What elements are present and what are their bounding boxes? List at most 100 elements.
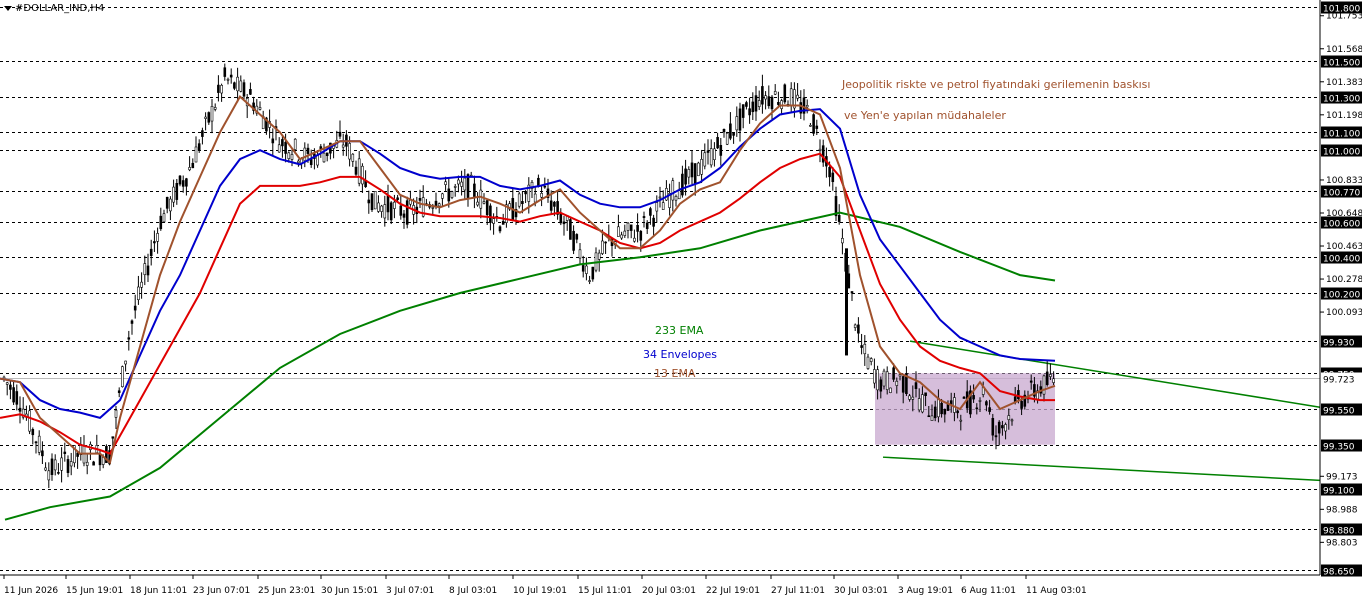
- candle-body: [409, 199, 412, 205]
- candle-body: [383, 204, 387, 219]
- candle-body: [389, 202, 393, 221]
- candle-body: [290, 154, 294, 160]
- candle-body: [121, 366, 124, 388]
- candle-body: [12, 387, 15, 403]
- candle-body: [997, 421, 1001, 434]
- candle-body: [111, 436, 115, 439]
- candle-body: [178, 175, 182, 185]
- candle-body: [882, 370, 886, 387]
- x-tick-label: 6 Aug 11:01: [961, 586, 1016, 596]
- candle-body: [693, 163, 697, 185]
- candle-body: [239, 80, 243, 92]
- annotation-text: ve Yen'e yapılan müdahaleler: [844, 109, 1006, 122]
- candle-body: [850, 291, 854, 294]
- level-price-label: 100.600: [1323, 220, 1360, 230]
- candle-body: [722, 128, 726, 133]
- candle-body: [50, 458, 54, 475]
- candle-body: [655, 202, 659, 212]
- candle-body: [933, 406, 937, 419]
- candle-body: [940, 402, 943, 415]
- candle-body: [85, 461, 89, 466]
- candle-body: [841, 238, 844, 244]
- candle-body: [681, 173, 684, 196]
- candle-body: [975, 407, 979, 410]
- price-chart[interactable]: 233 EMA 34 Envelopes 13 EMA Jeopolitik risk…: [0, 0, 1362, 603]
- y-tick-label: 101.753: [1326, 12, 1362, 22]
- ema-233-line[interactable]: [4, 211, 1056, 521]
- candle-body: [143, 263, 147, 275]
- candle-body: [69, 461, 73, 467]
- candle-body: [197, 143, 201, 151]
- candle-body: [137, 286, 140, 301]
- candle-body: [956, 410, 959, 414]
- candle-body: [15, 391, 19, 405]
- candle-body: [572, 230, 575, 251]
- x-tick-label: 10 Jul 19:01: [513, 586, 567, 596]
- candle-body: [242, 82, 246, 97]
- lower-trendline[interactable]: [882, 456, 1321, 482]
- candle-body: [357, 158, 361, 184]
- candle-body: [921, 394, 924, 413]
- candle-body: [713, 148, 716, 161]
- candle-body: [716, 137, 719, 149]
- level-price-label: 101.100: [1323, 130, 1360, 140]
- candle-body: [706, 150, 710, 153]
- candle-body: [297, 160, 300, 163]
- x-tick-label: 15 Jun 19:01: [66, 586, 123, 596]
- candle-body: [223, 67, 227, 77]
- candle-body: [914, 382, 918, 389]
- candle-body: [764, 95, 767, 100]
- candle-body: [658, 196, 662, 199]
- candle-body: [41, 450, 44, 457]
- candle-body: [5, 382, 9, 385]
- candle-body: [37, 435, 41, 453]
- candle-body: [751, 101, 755, 113]
- indicator-label: 233 EMA: [655, 324, 704, 337]
- x-tick-label: 18 Jun 11:01: [130, 586, 187, 596]
- candle-body: [124, 360, 127, 365]
- level-price-label: 99.350: [1323, 443, 1355, 453]
- candle-body: [188, 167, 191, 171]
- envelope-34-line[interactable]: [0, 108, 1056, 420]
- candle-body: [53, 459, 57, 471]
- candle-body: [652, 217, 655, 227]
- y-tick-label: 100.648: [1326, 209, 1362, 219]
- x-tick-label: 11 Jun 2026: [4, 586, 58, 596]
- x-tick-label: 30 Jun 15:01: [321, 586, 378, 596]
- candle-body: [626, 222, 630, 231]
- candle-body: [402, 213, 406, 218]
- level-price-label: 99.100: [1323, 487, 1355, 497]
- candle-body: [447, 188, 451, 202]
- candle-body: [959, 419, 963, 422]
- candle-body: [1010, 419, 1014, 422]
- candle-body: [703, 152, 707, 167]
- candle-body: [63, 451, 67, 454]
- candle-body: [466, 174, 470, 200]
- candle-body: [34, 441, 38, 444]
- candle-body: [809, 124, 812, 127]
- candle-body: [367, 199, 371, 204]
- candle-body: [351, 153, 355, 162]
- candle-body: [521, 201, 524, 205]
- candle-body: [191, 162, 195, 169]
- candle-body: [873, 369, 876, 384]
- candle-body: [31, 429, 35, 436]
- candle-body: [831, 172, 835, 183]
- x-tick-label: 3 Jul 07:01: [386, 586, 434, 596]
- candle-body: [661, 202, 665, 210]
- candle-body: [962, 396, 966, 399]
- y-tick-label: 100.278: [1326, 275, 1362, 285]
- candle-body: [1029, 380, 1033, 383]
- candle-body: [28, 410, 31, 432]
- candle-body: [57, 472, 60, 474]
- candle-body: [543, 185, 547, 188]
- candle-body: [1049, 374, 1052, 377]
- x-tick-label: 15 Jul 11:01: [578, 586, 632, 596]
- candle-body: [338, 131, 342, 137]
- candle-body: [783, 84, 787, 103]
- candle-body: [370, 193, 374, 211]
- level-price-label: 101.000: [1323, 148, 1360, 158]
- candle-body: [869, 358, 873, 362]
- candle-body: [853, 324, 857, 328]
- candle-body: [549, 200, 553, 211]
